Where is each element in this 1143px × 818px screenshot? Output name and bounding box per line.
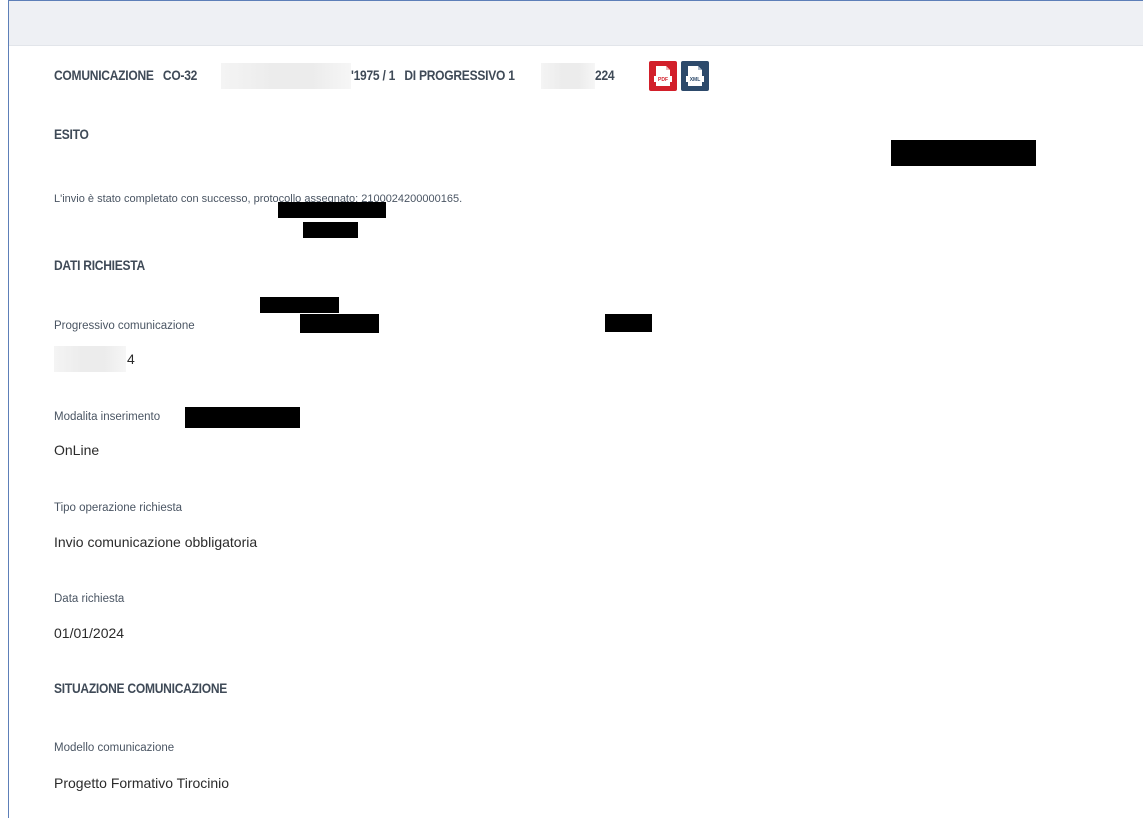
esito-message: L'invio è stato completato con successo,… bbox=[54, 193, 463, 205]
field-value-modalita: OnLine bbox=[54, 442, 100, 458]
redaction-block bbox=[278, 202, 386, 218]
blurred-progressivo-value bbox=[54, 346, 126, 372]
blurred-code bbox=[221, 63, 351, 89]
pdf-download-button[interactable]: PDF bbox=[649, 61, 677, 91]
svg-text:XML: XML bbox=[690, 77, 701, 83]
title-code-end: '1975 / 1 bbox=[351, 67, 396, 83]
redaction-block bbox=[260, 297, 339, 313]
field-value-tipo-operazione: Invio comunicazione obbligatoria bbox=[54, 534, 258, 550]
panel-top-bar bbox=[9, 1, 1143, 46]
title-code-start: CO-32 bbox=[162, 67, 198, 83]
redaction-block bbox=[303, 222, 358, 238]
dati-richiesta-heading: DATI RICHIESTA bbox=[54, 257, 145, 273]
communication-title: COMUNICAZIONE CO-32 bbox=[54, 67, 197, 83]
xml-file-icon: XML bbox=[686, 66, 704, 86]
redaction-block bbox=[891, 140, 1036, 166]
redaction-block bbox=[185, 407, 300, 428]
field-label-tipo-operazione: Tipo operazione richiesta bbox=[54, 502, 183, 514]
situazione-heading: SITUAZIONE COMUNICAZIONE bbox=[54, 680, 228, 696]
communication-title-end: '1975 / 1 DI PROGRESSIVO 1 bbox=[351, 67, 515, 83]
field-label-modello: Modello comunicazione bbox=[54, 742, 175, 754]
field-label-modalita: Modalita inserimento bbox=[54, 411, 161, 423]
title-prefix: COMUNICAZIONE bbox=[54, 67, 154, 83]
field-value-progressivo: 4 bbox=[127, 351, 135, 367]
field-value-modello: Progetto Formativo Tirocinio bbox=[54, 775, 230, 791]
blurred-progressivo bbox=[541, 63, 595, 89]
detail-panel: COMUNICAZIONE CO-32 '1975 / 1 DI PROGRES… bbox=[8, 0, 1143, 818]
title-progressivo-end: 224 bbox=[595, 67, 615, 83]
svg-text:PDF: PDF bbox=[658, 77, 668, 83]
title-progressivo-start: 1 bbox=[508, 67, 515, 83]
field-value-data-richiesta: 01/01/2024 bbox=[54, 625, 125, 641]
field-label-progressivo: Progressivo comunicazione bbox=[54, 320, 195, 332]
redaction-block bbox=[605, 314, 652, 332]
redaction-block bbox=[300, 314, 379, 333]
xml-download-button[interactable]: XML bbox=[681, 61, 709, 91]
title-progressivo-label: DI PROGRESSIVO bbox=[404, 67, 506, 83]
pdf-file-icon: PDF bbox=[654, 66, 672, 86]
field-label-data-richiesta: Data richiesta bbox=[54, 593, 125, 605]
esito-heading: ESITO bbox=[54, 126, 89, 142]
